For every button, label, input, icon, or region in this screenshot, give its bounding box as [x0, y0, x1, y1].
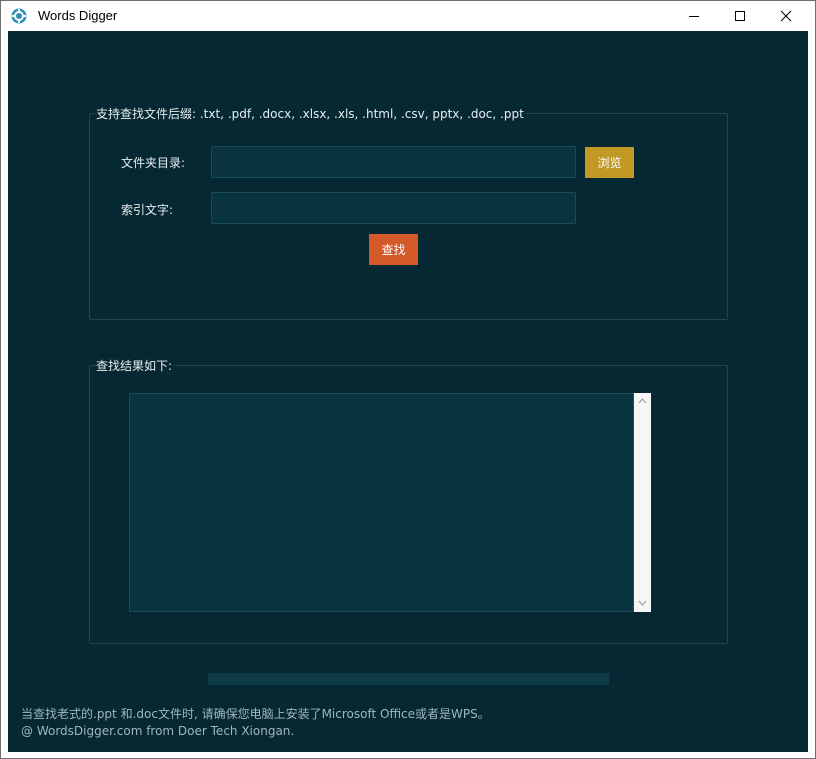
footer: 当查找老式的.ppt 和.doc文件时, 请确保您电脑上安装了Microsoft… — [21, 706, 490, 740]
supported-formats-legend: 支持查找文件后缀: .txt, .pdf, .docx, .xlsx, .xls… — [96, 105, 526, 122]
window-title: Words Digger — [38, 8, 118, 23]
folder-label: 文件夹目录: — [121, 156, 186, 170]
keyword-input[interactable] — [211, 192, 576, 224]
results-textbox[interactable] — [129, 393, 634, 612]
minimize-icon — [689, 16, 699, 17]
app-window: Words Digger 支持查找文件后缀: .txt, .pdf, .docx… — [0, 0, 816, 759]
folder-path-input[interactable] — [211, 146, 576, 178]
main-content: 支持查找文件后缀: .txt, .pdf, .docx, .xlsx, .xls… — [8, 31, 808, 752]
browse-button[interactable]: 浏览 — [585, 147, 634, 178]
footer-credit: @ WordsDigger.com from Doer Tech Xiongan… — [21, 724, 295, 738]
search-button[interactable]: 查找 — [369, 234, 418, 265]
progress-bar — [208, 673, 609, 685]
minimize-button[interactable] — [671, 1, 717, 31]
close-button[interactable] — [763, 1, 809, 31]
app-gear-icon — [11, 8, 27, 24]
scroll-up-arrow-icon[interactable] — [638, 397, 647, 405]
title-bar[interactable]: Words Digger — [1, 1, 815, 31]
footer-note: 当查找老式的.ppt 和.doc文件时, 请确保您电脑上安装了Microsoft… — [21, 707, 490, 721]
results-legend: 查找结果如下: — [96, 357, 175, 374]
results-scrollbar[interactable] — [634, 393, 651, 612]
scroll-down-arrow-icon[interactable] — [638, 599, 647, 607]
maximize-button[interactable] — [717, 1, 763, 31]
maximize-icon — [735, 11, 745, 21]
keyword-label: 索引文字: — [121, 203, 174, 217]
close-icon — [780, 10, 792, 22]
